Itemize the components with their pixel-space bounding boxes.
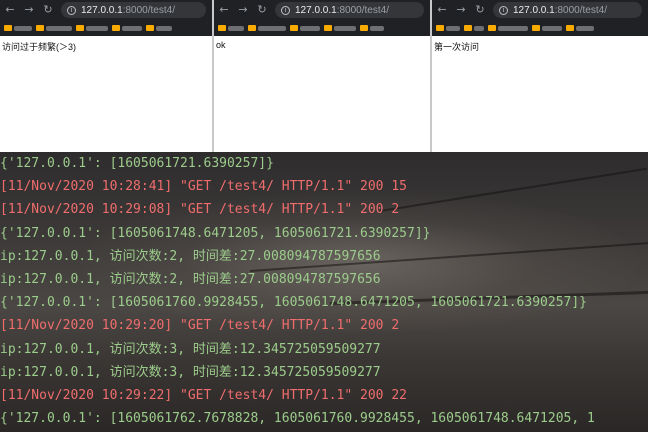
- folder-icon: [290, 25, 298, 31]
- folder-icon: [248, 25, 256, 31]
- folder-icon: [488, 25, 496, 31]
- bookmark-item[interactable]: [436, 25, 460, 31]
- browser-chrome: ← → ↻ i 127.0.0.1:8000/test4/: [432, 0, 648, 36]
- folder-icon: [464, 25, 472, 31]
- bookmark-item[interactable]: [112, 25, 142, 31]
- folder-icon: [36, 25, 44, 31]
- page-content: ok: [214, 36, 430, 54]
- browser-window-1: ← → ↻ i 127.0.0.1:8000/test4/ 访问过于频繁(＞3): [0, 0, 212, 152]
- address-bar[interactable]: i 127.0.0.1:8000/test4/: [61, 2, 206, 18]
- folder-icon: [324, 25, 332, 31]
- page-message: 访问过于频繁(＞3): [2, 42, 76, 52]
- url-path: :8000/test4/: [122, 4, 175, 16]
- terminal-line: {'127.0.0.1': [1605061760.9928455, 16050…: [0, 295, 587, 311]
- terminal-line: {'127.0.0.1': [1605061721.6390257]}: [0, 156, 274, 171]
- bookmark-item[interactable]: [146, 25, 172, 31]
- terminal-line: ip:127.0.0.1, 访问次数:2, 时间差:27.00809478759…: [0, 248, 381, 264]
- bookmarks-bar: [432, 20, 648, 36]
- nav-bar: ← → ↻ i 127.0.0.1:8000/test4/: [0, 0, 212, 20]
- url-path: :8000/test4/: [336, 4, 389, 16]
- address-bar[interactable]: i 127.0.0.1:8000/test4/: [275, 2, 424, 18]
- folder-icon: [532, 25, 540, 31]
- url-host: 127.0.0.1: [513, 4, 555, 16]
- forward-icon[interactable]: →: [237, 4, 249, 16]
- bookmark-item[interactable]: [464, 25, 484, 31]
- url-path: :8000/test4/: [554, 4, 607, 16]
- back-icon[interactable]: ←: [4, 4, 16, 16]
- page-content: 第一次访问: [432, 36, 648, 57]
- bookmark-item[interactable]: [248, 25, 286, 31]
- terminal-output: {'127.0.0.1': [1605061721.6390257]} [11/N…: [0, 152, 648, 432]
- forward-icon[interactable]: →: [23, 4, 35, 16]
- folder-icon: [218, 25, 226, 31]
- terminal-line: [11/Nov/2020 10:29:20] "GET /test4/ HTTP…: [0, 318, 400, 334]
- info-icon[interactable]: i: [67, 5, 76, 15]
- page-content: 访问过于频繁(＞3): [0, 36, 212, 57]
- terminal-line: [11/Nov/2020 10:29:22] "GET /test4/ HTTP…: [0, 387, 407, 403]
- folder-icon: [360, 25, 368, 31]
- page-message: 第一次访问: [434, 42, 480, 52]
- terminal-line: [11/Nov/2020 10:29:08] "GET /test4/ HTTP…: [0, 202, 400, 218]
- folder-icon: [112, 25, 120, 31]
- nav-bar: ← → ↻ i 127.0.0.1:8000/test4/: [432, 0, 648, 20]
- bookmarks-bar: [0, 20, 212, 36]
- folder-icon: [436, 25, 444, 31]
- page-message: ok: [216, 40, 226, 50]
- browser-window-2: ← → ↻ i 127.0.0.1:8000/test4/ ok: [214, 0, 430, 152]
- nav-bar: ← → ↻ i 127.0.0.1:8000/test4/: [214, 0, 430, 20]
- terminal-line: ip:127.0.0.1, 访问次数:3, 时间差:12.34572505950…: [0, 341, 381, 357]
- terminal-line: ip:127.0.0.1, 访问次数:2, 时间差:27.00809478759…: [0, 271, 381, 287]
- address-bar[interactable]: i 127.0.0.1:8000/test4/: [493, 2, 642, 18]
- forward-icon[interactable]: →: [455, 4, 467, 16]
- url-host: 127.0.0.1: [81, 4, 123, 16]
- folder-icon: [4, 25, 12, 31]
- folder-icon: [566, 25, 574, 31]
- browser-windows-area: ← → ↻ i 127.0.0.1:8000/test4/ 访问过于频繁(＞3): [0, 0, 648, 152]
- back-icon[interactable]: ←: [218, 4, 230, 16]
- bookmark-item[interactable]: [218, 25, 244, 31]
- browser-window-3: ← → ↻ i 127.0.0.1:8000/test4/ 第一次访问: [432, 0, 648, 152]
- terminal-line: {'127.0.0.1': [1605061748.6471205, 16050…: [0, 225, 431, 241]
- bookmark-item[interactable]: [324, 25, 356, 31]
- bookmark-item[interactable]: [532, 25, 562, 31]
- reload-icon[interactable]: ↻: [42, 4, 54, 16]
- bookmark-item[interactable]: [566, 25, 594, 31]
- info-icon[interactable]: i: [499, 5, 508, 15]
- bookmark-item[interactable]: [4, 25, 32, 31]
- bookmark-item[interactable]: [76, 25, 108, 31]
- bookmark-item[interactable]: [488, 25, 528, 31]
- bookmark-item[interactable]: [36, 25, 72, 31]
- url-host: 127.0.0.1: [295, 4, 337, 16]
- browser-chrome: ← → ↻ i 127.0.0.1:8000/test4/: [0, 0, 212, 36]
- terminal-console[interactable]: {'127.0.0.1': [1605061721.6390257]} [11/N…: [0, 152, 648, 432]
- folder-icon: [76, 25, 84, 31]
- terminal-line: [11/Nov/2020 10:28:41] "GET /test4/ HTTP…: [0, 179, 407, 195]
- browser-chrome: ← → ↻ i 127.0.0.1:8000/test4/: [214, 0, 430, 36]
- info-icon[interactable]: i: [281, 5, 290, 15]
- reload-icon[interactable]: ↻: [474, 4, 486, 16]
- terminal-line: ip:127.0.0.1, 访问次数:3, 时间差:12.34572505950…: [0, 364, 381, 380]
- reload-icon[interactable]: ↻: [256, 4, 268, 16]
- bookmark-item[interactable]: [360, 25, 384, 31]
- folder-icon: [146, 25, 154, 31]
- bookmarks-bar: [214, 20, 430, 36]
- back-icon[interactable]: ←: [436, 4, 448, 16]
- terminal-line: {'127.0.0.1': [1605061762.7678828, 16050…: [0, 411, 595, 427]
- bookmark-item[interactable]: [290, 25, 320, 31]
